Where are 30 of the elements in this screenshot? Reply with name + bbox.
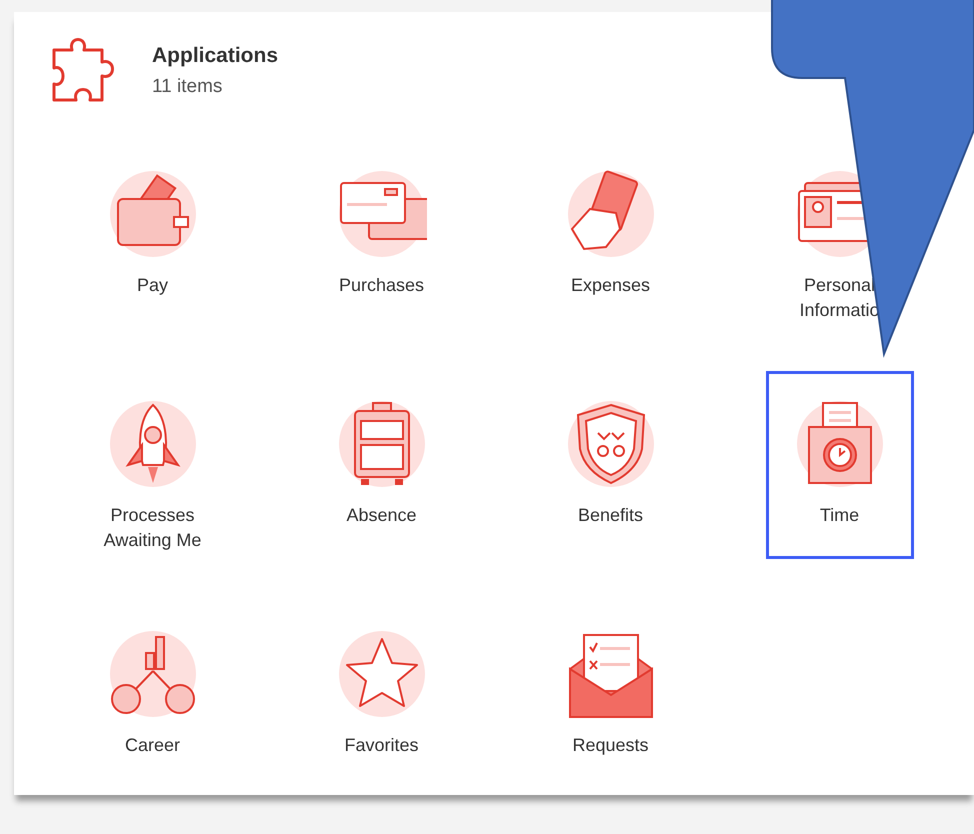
app-tile[interactable]: Career	[78, 601, 226, 789]
app-tile[interactable]: Favorites	[308, 601, 456, 789]
suitcase-icon	[336, 399, 426, 489]
app-tile[interactable]: Time	[766, 371, 914, 559]
rocket-icon	[108, 399, 198, 489]
app-tile[interactable]: Requests	[536, 601, 684, 789]
wallet-icon	[108, 169, 198, 259]
app-tile[interactable]: Absence	[308, 371, 456, 559]
app-tile[interactable]: Expenses	[536, 141, 684, 329]
app-tile[interactable]: Purchases	[308, 141, 456, 329]
app-label: Pay	[136, 274, 170, 297]
credit-cards-icon	[336, 169, 426, 259]
app-tile[interactable]: Pay	[78, 141, 226, 329]
app-label: Absence	[345, 504, 418, 527]
app-label: Career	[124, 734, 182, 757]
app-label: Personal Informatio	[798, 274, 881, 322]
item-count: 11 items	[152, 76, 224, 98]
shield-icon	[566, 399, 656, 489]
app-label: Favorites	[343, 734, 420, 757]
org-chart-icon	[108, 629, 198, 719]
app-label: Time	[818, 504, 860, 527]
app-tile[interactable]: Benefits	[536, 371, 684, 559]
app-label: Benefits	[576, 504, 644, 527]
section-title: Applications	[152, 44, 278, 68]
app-label: Purchases	[338, 274, 426, 297]
app-label: Requests	[571, 734, 650, 757]
time-clock-icon	[794, 399, 884, 489]
app-tile[interactable]: Processes Awaiting Me	[78, 371, 226, 559]
app-label: Processes Awaiting Me	[102, 504, 202, 552]
app-label: Expenses	[570, 274, 652, 297]
